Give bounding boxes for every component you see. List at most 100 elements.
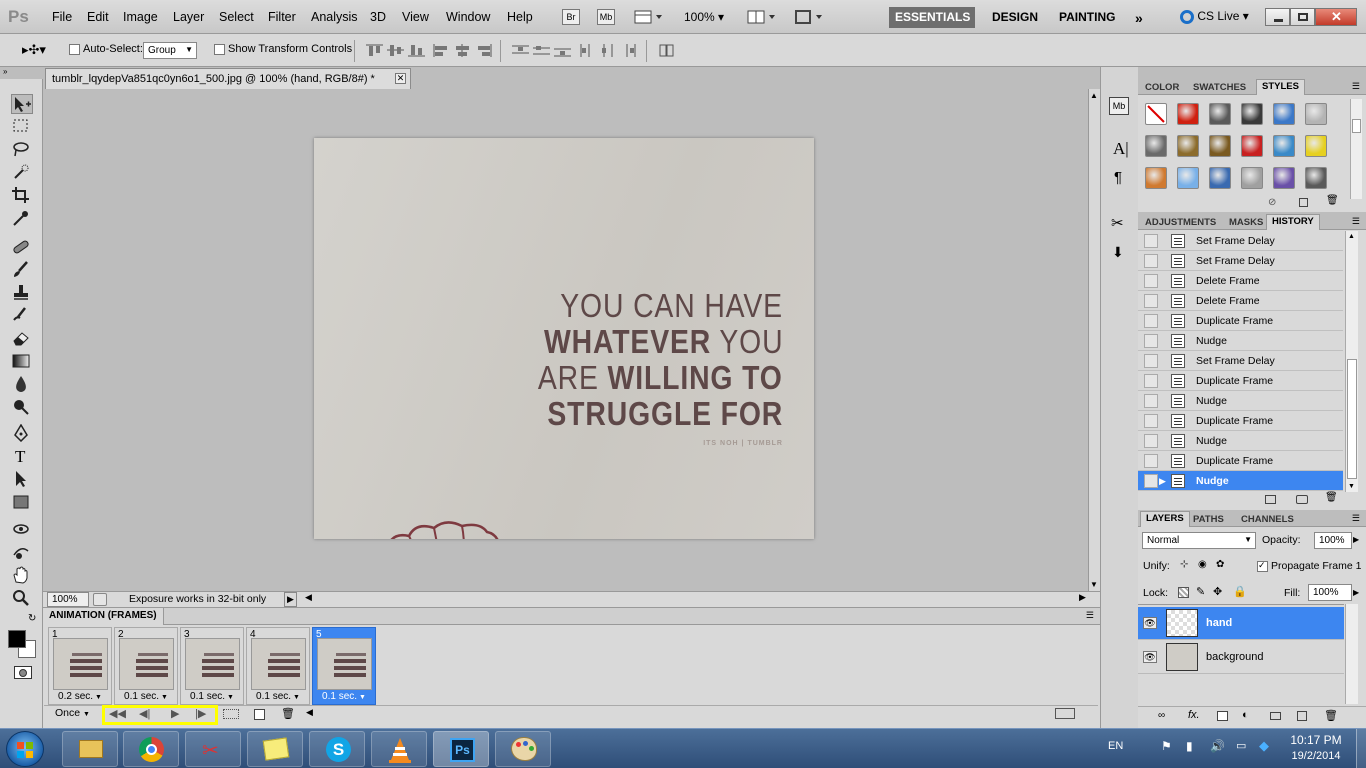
distribute-hcenter-icon[interactable] [600, 44, 617, 57]
menu-window[interactable]: Window [446, 10, 490, 24]
style-swatch[interactable] [1305, 103, 1327, 125]
new-document-from-state-icon[interactable] [1265, 495, 1276, 504]
frame-delay-dropdown[interactable]: 0.1 sec. ▼ [115, 691, 177, 702]
workspace-essentials[interactable]: ESSENTIALS [889, 7, 975, 28]
delete-state-icon[interactable]: 🗑 [1325, 492, 1338, 503]
menu-file[interactable]: File [52, 10, 72, 24]
style-swatch[interactable] [1177, 167, 1199, 189]
history-brush-source-checkbox[interactable] [1144, 374, 1158, 388]
3d-rotate-tool-icon[interactable] [11, 520, 33, 540]
history-brush-source-checkbox[interactable] [1144, 454, 1158, 468]
opacity-field[interactable]: 100% [1314, 532, 1352, 549]
align-hcenter-icon[interactable] [454, 44, 471, 57]
frame-delay-dropdown[interactable]: 0.2 sec. ▼ [49, 691, 111, 702]
layer-row-hand[interactable]: 👁 hand [1138, 607, 1344, 640]
hscroll-left-icon[interactable]: ◀ [305, 592, 312, 603]
history-brush-source-checkbox[interactable] [1144, 334, 1158, 348]
history-brush-source-checkbox[interactable] [1144, 474, 1158, 488]
eyedropper-tool-icon[interactable] [11, 209, 33, 229]
style-swatch[interactable] [1177, 135, 1199, 157]
close-button[interactable]: ✕ [1315, 8, 1357, 26]
clock-date[interactable]: 19/2/2014 [1284, 750, 1348, 762]
history-state-row[interactable]: Nudge [1138, 431, 1343, 451]
link-layers-icon[interactable]: ∞ [1158, 710, 1165, 721]
auto-select-dropdown[interactable]: Group ▼ [143, 42, 197, 59]
frames-scroll-left-icon[interactable]: ◀ [306, 707, 313, 718]
style-swatch[interactable] [1145, 167, 1167, 189]
animation-frame-5[interactable]: 5 0.1 sec. ▼ [312, 627, 376, 705]
loop-options-dropdown[interactable]: Once ▼ [55, 707, 90, 719]
tab-styles[interactable]: STYLES [1256, 79, 1305, 95]
history-state-row[interactable]: Nudge [1138, 391, 1343, 411]
history-state-row[interactable]: Set Frame Delay [1138, 351, 1343, 371]
frame-delay-dropdown[interactable]: 0.1 sec. ▼ [313, 691, 375, 702]
move-tool-icon[interactable] [11, 94, 33, 114]
new-layer-icon[interactable] [1297, 711, 1307, 721]
brush-presets-icon[interactable]: ⬇ [1112, 244, 1124, 261]
animation-frame-2[interactable]: 2 0.1 sec. ▼ [114, 627, 178, 705]
hscroll-right-icon[interactable]: ▶ [1079, 592, 1086, 603]
paragraph-panel-icon[interactable]: ¶ [1114, 169, 1122, 186]
layers-panel-menu-icon[interactable]: ☰ [1352, 513, 1360, 524]
align-vcenter-icon[interactable] [387, 44, 404, 57]
new-style-icon[interactable] [1299, 198, 1308, 207]
clear-style-icon[interactable]: ⊘ [1268, 197, 1276, 208]
3d-orbit-tool-icon[interactable] [11, 543, 33, 563]
unify-visibility-icon[interactable]: ◉ [1198, 559, 1207, 570]
pen-tool-icon[interactable] [11, 424, 33, 444]
history-brush-source-checkbox[interactable] [1144, 314, 1158, 328]
move-tool-preset-icon[interactable]: ▸✣▾ [22, 42, 46, 58]
history-brush-source-checkbox[interactable] [1144, 234, 1158, 248]
animation-panel-menu-icon[interactable]: ☰ [1086, 610, 1094, 621]
layer-style-icon[interactable]: fx. [1188, 709, 1200, 721]
tab-paths[interactable]: PATHS [1188, 513, 1229, 526]
history-brush-source-checkbox[interactable] [1144, 434, 1158, 448]
quick-mask-icon[interactable] [14, 666, 32, 679]
tab-color[interactable]: COLOR [1140, 81, 1184, 94]
style-swatch[interactable] [1273, 167, 1295, 189]
scroll-up-icon[interactable]: ▲ [1090, 91, 1098, 100]
delete-frame-icon[interactable]: 🗑 [281, 707, 295, 720]
healing-brush-tool-icon[interactable] [11, 237, 33, 257]
adjustment-layer-icon[interactable]: ◐ [1242, 709, 1249, 721]
path-selection-tool-icon[interactable] [11, 470, 33, 490]
style-swatch[interactable] [1177, 103, 1199, 125]
duplicate-frame-icon[interactable] [254, 709, 265, 720]
brush-tool-icon[interactable] [11, 260, 33, 280]
cs-live-button[interactable]: CS Live ▾ [1180, 9, 1249, 24]
taskbar-paint-button[interactable] [495, 731, 551, 767]
workspace-design[interactable]: DESIGN [986, 7, 1044, 28]
minimize-button[interactable] [1265, 8, 1290, 26]
animation-panel-tab[interactable]: ANIMATION (FRAMES) [43, 608, 164, 625]
language-indicator[interactable]: EN [1108, 740, 1123, 752]
history-state-row[interactable]: Duplicate Frame [1138, 451, 1343, 471]
hand-tool-icon[interactable] [11, 566, 33, 586]
delete-layer-icon[interactable]: 🗑 [1324, 709, 1338, 722]
taskbar-vlc-button[interactable] [371, 731, 427, 767]
next-frame-icon[interactable]: |▶ [195, 707, 206, 720]
tab-channels[interactable]: CHANNELS [1236, 513, 1299, 526]
menu-view[interactable]: View [402, 10, 429, 24]
screen-mode-dropdown[interactable] [794, 9, 824, 25]
history-panel-menu-icon[interactable]: ☰ [1352, 216, 1360, 227]
taskbar-chrome-button[interactable] [123, 731, 179, 767]
history-state-slider-icon[interactable]: ▶ [1159, 476, 1166, 487]
style-swatch[interactable] [1145, 135, 1167, 157]
distribute-left-icon[interactable] [579, 44, 596, 57]
dodge-tool-icon[interactable] [11, 398, 33, 418]
styles-scrollbar[interactable] [1350, 99, 1362, 199]
lasso-tool-icon[interactable] [11, 140, 33, 160]
align-right-icon[interactable] [475, 44, 492, 57]
layers-scrollbar[interactable] [1345, 604, 1358, 704]
history-state-row[interactable]: Set Frame Delay [1138, 251, 1343, 271]
swap-colors-icon[interactable]: ↻ [28, 613, 36, 624]
history-state-row[interactable]: Set Frame Delay [1138, 231, 1343, 251]
action-center-icon[interactable]: ⚑ [1161, 739, 1172, 753]
battery-icon[interactable]: ▭ [1236, 739, 1246, 752]
extras-dropdown[interactable] [634, 9, 664, 25]
rectangle-tool-icon[interactable] [11, 493, 33, 513]
network-icon[interactable]: ▮ [1186, 739, 1193, 753]
menu-layer[interactable]: Layer [173, 10, 204, 24]
menu-analysis[interactable]: Analysis [311, 10, 358, 24]
layer-row-background[interactable]: 👁 background [1138, 641, 1344, 674]
